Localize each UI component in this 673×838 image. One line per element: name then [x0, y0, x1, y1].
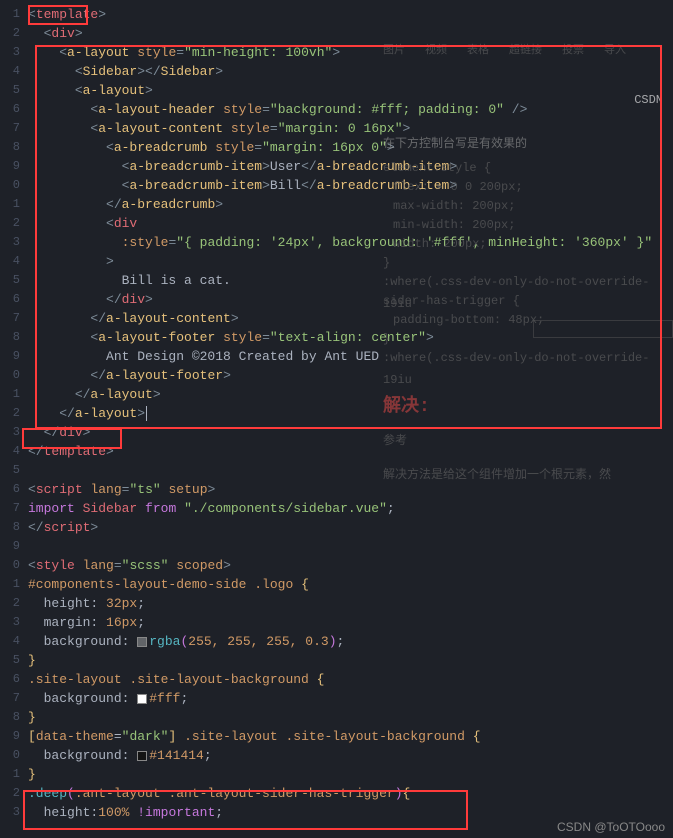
code-line[interactable]: [data-theme="dark"] .site-layout .site-l… — [28, 727, 673, 746]
code-line[interactable]: </div> — [28, 423, 673, 442]
code-line[interactable]: </a-layout> — [28, 404, 673, 423]
code-line[interactable]: <Sidebar></Sidebar> — [28, 62, 673, 81]
color-swatch-icon — [137, 751, 147, 761]
code-line[interactable]: margin: 16px; — [28, 613, 673, 632]
code-line[interactable]: </a-layout> — [28, 385, 673, 404]
code-line[interactable]: <template> — [28, 5, 673, 24]
code-line[interactable]: <a-breadcrumb-item>Bill</a-breadcrumb-it… — [28, 176, 673, 195]
code-line[interactable]: <a-layout style="min-height: 100vh"> — [28, 43, 673, 62]
code-line[interactable]: Bill is a cat. — [28, 271, 673, 290]
code-line[interactable]: </div> — [28, 290, 673, 309]
code-line[interactable]: <a-breadcrumb style="margin: 16px 0"> — [28, 138, 673, 157]
code-line[interactable]: } — [28, 708, 673, 727]
code-line[interactable]: <a-layout-header style="background: #fff… — [28, 100, 673, 119]
code-line[interactable]: <style lang="scss" scoped> — [28, 556, 673, 575]
code-line[interactable]: } — [28, 765, 673, 784]
code-line[interactable]: </a-layout-footer> — [28, 366, 673, 385]
code-line[interactable]: .site-layout .site-layout-background { — [28, 670, 673, 689]
code-content[interactable]: <template> <div> <a-layout style="min-he… — [28, 0, 673, 838]
code-line[interactable]: :style="{ padding: '24px', background: '… — [28, 233, 673, 252]
code-line[interactable]: background: #fff; — [28, 689, 673, 708]
code-line[interactable]: </a-breadcrumb> — [28, 195, 673, 214]
code-line[interactable]: <a-layout> — [28, 81, 673, 100]
code-line[interactable]: :deep(.ant-layout .ant-layout-sider-has-… — [28, 784, 673, 803]
code-line[interactable]: <a-breadcrumb-item>User</a-breadcrumb-it… — [28, 157, 673, 176]
devtools-highlight-icon — [533, 320, 673, 338]
code-line[interactable] — [28, 537, 673, 556]
code-line[interactable]: > — [28, 252, 673, 271]
code-line[interactable]: <div — [28, 214, 673, 233]
color-swatch-icon — [137, 694, 147, 704]
code-line[interactable]: } — [28, 651, 673, 670]
code-line[interactable]: background: rgba(255, 255, 255, 0.3); — [28, 632, 673, 651]
line-gutter: 1 2 3 4 5 6 7 8 9 0 1 2 3 4 5 6 7 8 9 0 … — [0, 0, 28, 838]
code-line[interactable]: Ant Design ©2018 Created by Ant UED — [28, 347, 673, 366]
code-line[interactable]: import Sidebar from "./components/sideba… — [28, 499, 673, 518]
color-swatch-icon — [137, 637, 147, 647]
code-line[interactable]: </template> — [28, 442, 673, 461]
code-line[interactable] — [28, 461, 673, 480]
code-line[interactable]: <div> — [28, 24, 673, 43]
code-line[interactable]: <script lang="ts" setup> — [28, 480, 673, 499]
watermark: CSDN @ToOTOooo — [557, 820, 665, 834]
code-line[interactable]: background: #141414; — [28, 746, 673, 765]
code-line[interactable]: #components-layout-demo-side .logo { — [28, 575, 673, 594]
code-line[interactable]: </script> — [28, 518, 673, 537]
code-line[interactable]: <a-layout-content style="margin: 0 16px"… — [28, 119, 673, 138]
code-line[interactable]: height: 32px; — [28, 594, 673, 613]
code-editor[interactable]: 1 2 3 4 5 6 7 8 9 0 1 2 3 4 5 6 7 8 9 0 … — [0, 0, 673, 838]
